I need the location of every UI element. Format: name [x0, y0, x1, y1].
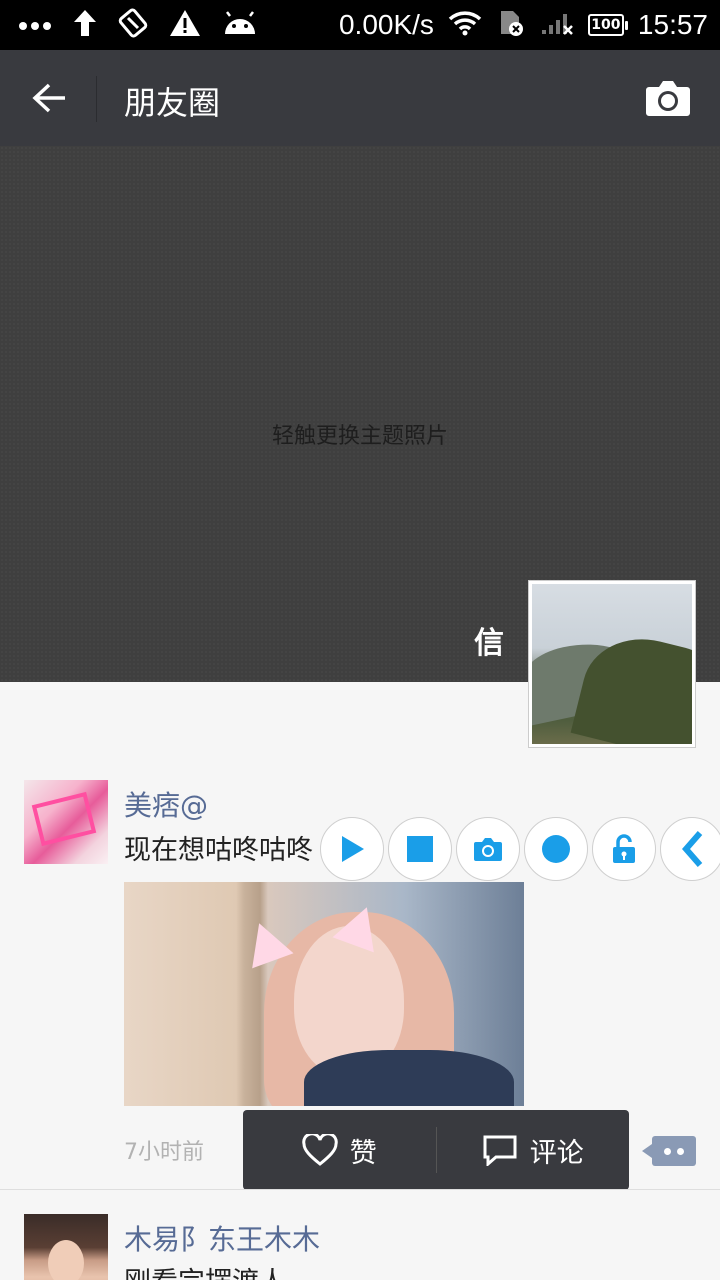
post-avatar[interactable]	[24, 1214, 108, 1280]
header-divider	[96, 76, 97, 122]
own-avatar-image	[532, 584, 692, 744]
lock-button[interactable]	[592, 817, 656, 881]
page-title: 朋友圈	[124, 84, 221, 122]
post-more-button[interactable]	[642, 1136, 696, 1166]
android-icon	[222, 10, 258, 40]
own-username: 信	[474, 626, 504, 661]
post-text: 现在想咕咚咕咚	[124, 835, 313, 866]
wifi-icon	[448, 10, 482, 40]
stop-icon	[407, 836, 433, 862]
heart-icon	[302, 1134, 338, 1166]
collapse-toolbar-button[interactable]	[660, 817, 720, 881]
warning-icon	[168, 8, 202, 42]
status-bar: 0.00K/s 100 15:57	[0, 0, 720, 50]
more-notifications-icon	[18, 16, 52, 35]
post-timestamp: 7小时前	[124, 1140, 204, 1165]
play-icon	[342, 836, 364, 862]
like-button[interactable]: 赞	[243, 1110, 436, 1190]
clock: 15:57	[637, 9, 708, 40]
signal-icon	[540, 10, 574, 40]
screen-rotation-icon	[118, 8, 148, 42]
post-photo[interactable]	[124, 882, 524, 1106]
battery-icon: 100	[587, 14, 628, 36]
comment-button[interactable]: 评论	[437, 1110, 630, 1190]
camera-icon	[474, 838, 502, 861]
network-speed: 0.00K/s	[338, 9, 434, 40]
upload-icon	[72, 8, 98, 42]
own-avatar[interactable]	[528, 580, 696, 748]
screenshot-button[interactable]	[456, 817, 520, 881]
comment-icon	[483, 1135, 517, 1166]
record-button[interactable]	[524, 817, 588, 881]
camera-icon	[646, 81, 690, 116]
cover-change-hint: 轻触更换主题照片	[271, 424, 448, 449]
back-button[interactable]	[20, 70, 78, 126]
screen-recorder-toolbar	[320, 817, 720, 883]
unlock-icon	[613, 834, 635, 863]
post-moment-button[interactable]	[642, 74, 694, 122]
sim-card-icon	[496, 8, 526, 42]
record-icon	[542, 835, 570, 863]
stop-button[interactable]	[388, 817, 452, 881]
post-author-name[interactable]: 美痞@	[124, 784, 208, 824]
like-comment-popup: 赞 评论	[243, 1110, 629, 1190]
like-label: 赞	[349, 1137, 377, 1169]
app-header: 朋友圈	[0, 50, 720, 146]
post-avatar[interactable]	[24, 780, 108, 864]
collapse-icon	[682, 831, 703, 867]
post-text: 刚看完摆渡人	[124, 1260, 286, 1280]
post-separator	[0, 1189, 720, 1190]
play-button[interactable]	[320, 817, 384, 881]
post-author-name[interactable]: 木易阝东王木木	[124, 1218, 320, 1258]
comment-label: 评论	[529, 1137, 584, 1169]
arrow-left-icon	[32, 83, 65, 113]
